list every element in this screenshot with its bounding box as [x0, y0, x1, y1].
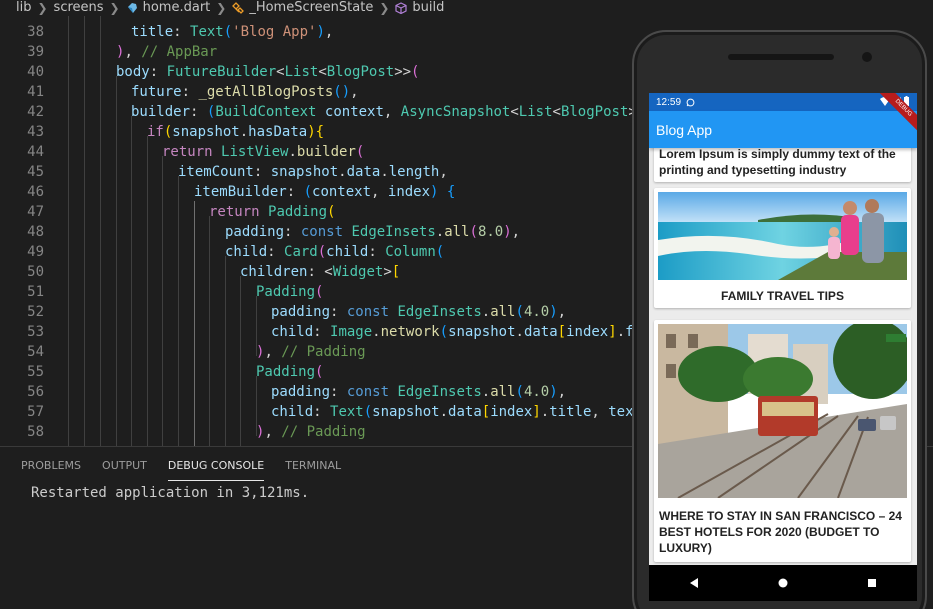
line-number: 56 — [27, 384, 44, 400]
chevron-right-icon: ❯ — [109, 1, 120, 15]
breadcrumb-item-screens[interactable]: screens — [54, 1, 104, 15]
line-number: 44 — [27, 144, 44, 160]
tab-output[interactable]: OUTPUT — [102, 459, 147, 481]
line-number: 55 — [27, 364, 44, 380]
line-number: 58 — [27, 424, 44, 440]
phone-screen: 12:59 Blog App DEBUG Lorem Ipsum is simp… — [649, 93, 917, 601]
tab-debug-console[interactable]: DEBUG CONSOLE — [167, 459, 265, 481]
breadcrumb: lib ❯ screens ❯ home.dart ❯ _HomeScreenS… — [0, 0, 933, 16]
chevron-right-icon: ❯ — [37, 1, 48, 15]
dart-file-icon — [127, 3, 137, 13]
line-number: 45 — [27, 164, 44, 180]
breadcrumb-label: build — [412, 0, 445, 15]
line-number: 52 — [27, 304, 44, 320]
line-number: 49 — [27, 244, 44, 260]
post-title: WHERE TO STAY IN SAN FRANCISCO – 24 BEST… — [659, 509, 902, 555]
recents-square-icon[interactable] — [866, 577, 878, 589]
breadcrumb-item-method[interactable]: build — [395, 1, 444, 15]
breadcrumb-item-class[interactable]: _HomeScreenState — [232, 1, 373, 15]
whatsapp-icon — [686, 98, 695, 106]
breadcrumb-label: home.dart — [142, 0, 211, 15]
breadcrumb-item-file[interactable]: home.dart — [126, 0, 211, 15]
console-output-line: Restarted application in 3,121ms. — [31, 485, 310, 501]
phone-speaker — [728, 54, 834, 60]
app-title: Blog App — [656, 121, 713, 138]
line-number: 40 — [27, 64, 44, 80]
post-title: Lorem Ipsum is simply dummy text of the … — [659, 148, 896, 177]
status-bar: 12:59 — [649, 93, 917, 111]
breadcrumb-label: screens — [53, 0, 104, 15]
blog-post-card[interactable]: WHERE TO STAY IN SAN FRANCISCO – 24 BEST… — [654, 320, 911, 562]
chevron-right-icon: ❯ — [379, 1, 390, 15]
breadcrumb-label: _HomeScreenState — [249, 0, 374, 15]
post-featured-image — [658, 324, 907, 498]
back-triangle-icon[interactable] — [688, 577, 700, 589]
line-number: 50 — [27, 264, 44, 280]
home-circle-icon[interactable] — [777, 577, 789, 589]
tab-terminal[interactable]: TERMINAL — [285, 459, 341, 481]
app-bar: Blog App — [649, 111, 917, 148]
phone-camera — [862, 52, 872, 62]
blog-post-card[interactable]: FAMILY TRAVEL TIPS — [654, 188, 911, 308]
line-number: 39 — [27, 44, 44, 60]
blog-post-list[interactable]: Lorem Ipsum is simply dummy text of the … — [649, 148, 917, 565]
chevron-right-icon: ❯ — [216, 1, 227, 15]
breadcrumb-label: lib — [16, 0, 32, 15]
line-number: 53 — [27, 324, 44, 340]
status-time: 12:59 — [656, 96, 682, 108]
breadcrumb-item-lib[interactable]: lib — [16, 1, 31, 15]
post-title: FAMILY TRAVEL TIPS — [721, 289, 844, 303]
method-cube-icon — [395, 2, 407, 14]
line-number: 57 — [27, 404, 44, 420]
line-number: 46 — [27, 184, 44, 200]
android-nav-bar — [649, 565, 917, 601]
panel-tabs: PROBLEMS OUTPUT DEBUG CONSOLE TERMINAL — [0, 459, 341, 481]
line-number: 47 — [27, 204, 44, 220]
line-number: 51 — [27, 284, 44, 300]
tab-problems[interactable]: PROBLEMS — [21, 459, 81, 481]
post-featured-image — [658, 192, 907, 280]
line-number: 38 — [27, 24, 44, 40]
line-number: 41 — [27, 84, 44, 100]
line-number: 43 — [27, 124, 44, 140]
line-number: 54 — [27, 344, 44, 360]
line-number: 42 — [27, 104, 44, 120]
line-number: 48 — [27, 224, 44, 240]
android-emulator: 12:59 Blog App DEBUG Lorem Ipsum is simp… — [632, 30, 927, 609]
blog-post-card[interactable]: Lorem Ipsum is simply dummy text of the … — [654, 148, 911, 182]
class-icon — [232, 2, 245, 14]
